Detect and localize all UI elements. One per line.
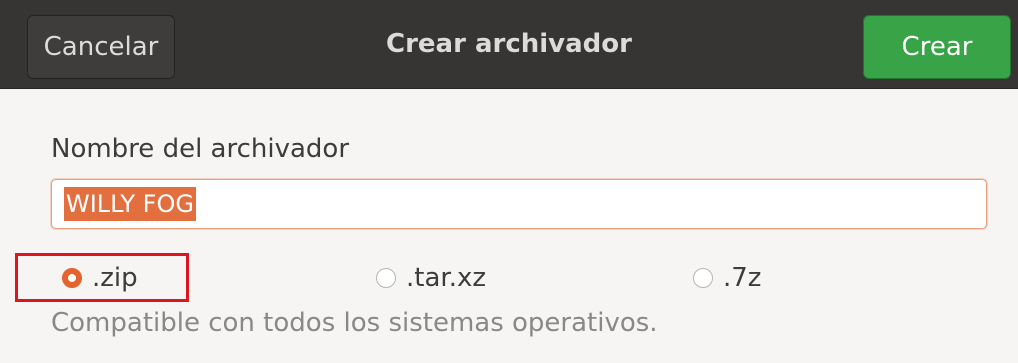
format-radio-7z[interactable]: .7z — [693, 258, 761, 298]
radio-unchecked-icon — [376, 268, 396, 288]
format-label-zip: .zip — [92, 263, 138, 293]
radio-checked-icon — [62, 268, 82, 288]
format-radio-zip[interactable]: .zip — [62, 258, 138, 298]
radio-unchecked-icon — [693, 268, 713, 288]
format-label-7z: .7z — [723, 263, 762, 293]
cancel-button[interactable]: Cancelar — [27, 15, 175, 79]
create-archive-dialog: Cancelar Crear archivador Crear Nombre d… — [0, 0, 1018, 363]
archive-name-input[interactable]: WILLY FOG — [51, 179, 987, 229]
format-compatibility-hint: Compatible con todos los sistemas operat… — [51, 308, 658, 338]
format-label-tar-xz: .tar.xz — [406, 263, 486, 293]
archive-name-label: Nombre del archivador — [51, 134, 350, 164]
format-radio-tar-xz[interactable]: .tar.xz — [376, 258, 486, 298]
archive-name-value: WILLY FOG — [64, 187, 196, 221]
header-bar: Cancelar Crear archivador Crear — [0, 0, 1018, 89]
create-button[interactable]: Crear — [863, 15, 1011, 79]
dialog-content: Nombre del archivador WILLY FOG .zip .ta… — [0, 89, 1018, 363]
